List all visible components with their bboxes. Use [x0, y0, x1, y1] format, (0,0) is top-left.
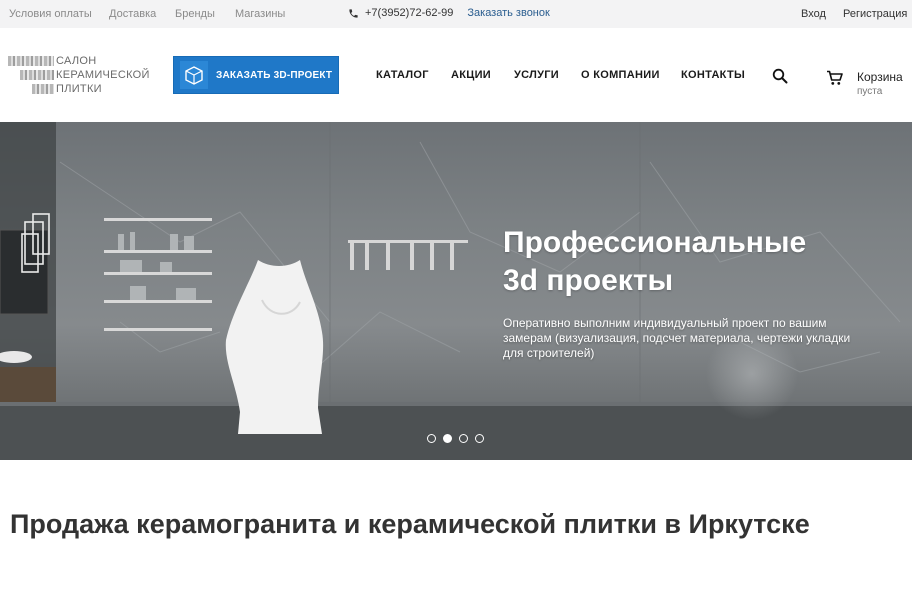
logo-tile-pattern — [8, 56, 54, 66]
cart-icon[interactable] — [826, 70, 843, 86]
phone-block: +7(3952)72-62-99 Заказать звонок — [348, 7, 550, 19]
site-header: САЛОН КЕРАМИЧЕСКОЙ ПЛИТКИ ЗАКАЗАТЬ 3D-ПР… — [0, 28, 912, 122]
logo-text-line1: САЛОН — [56, 55, 97, 67]
phone-number[interactable]: +7(3952)72-62-99 — [365, 7, 453, 19]
nav-about[interactable]: О КОМПАНИИ — [581, 69, 660, 81]
link-brands[interactable]: Бренды — [175, 8, 215, 20]
nav-catalog[interactable]: КАТАЛОГ — [376, 69, 429, 81]
nav-promotions[interactable]: АКЦИИ — [451, 69, 491, 81]
link-delivery[interactable]: Доставка — [109, 8, 156, 20]
slider-dot-1[interactable] — [427, 434, 436, 443]
cube-3d-icon — [180, 61, 208, 89]
link-payment-terms[interactable]: Условия оплаты — [9, 8, 92, 20]
order-3d-project-label: ЗАКАЗАТЬ 3D-ПРОЕКТ — [216, 69, 333, 81]
login-link[interactable]: Вход — [801, 8, 826, 20]
logo-tile-pattern — [20, 70, 54, 80]
slider-dot-2[interactable] — [443, 434, 452, 443]
slider-dots — [427, 434, 484, 443]
nav-contacts[interactable]: КОНТАКТЫ — [681, 69, 745, 81]
logo-text-line2: КЕРАМИЧЕСКОЙ — [56, 69, 150, 81]
hero-title-line1: Профессиональные — [503, 226, 807, 259]
cart-status: пуста — [857, 86, 883, 97]
cart-title[interactable]: Корзина — [857, 70, 903, 84]
callback-link[interactable]: Заказать звонок — [467, 7, 549, 19]
nav-services[interactable]: УСЛУГИ — [514, 69, 559, 81]
register-link[interactable]: Регистрация — [843, 8, 907, 20]
hero-title: Профессиональные 3d проекты — [503, 224, 806, 300]
hero-title-line2: 3d проекты — [503, 264, 674, 297]
order-3d-project-button[interactable]: ЗАКАЗАТЬ 3D-ПРОЕКТ — [173, 56, 339, 94]
phone-icon — [349, 8, 358, 18]
logo-text-line3: ПЛИТКИ — [56, 83, 102, 95]
logo-tile-pattern — [32, 84, 54, 94]
search-icon[interactable] — [772, 68, 788, 84]
hero-description: Оперативно выполним индивидуальный проек… — [503, 316, 851, 360]
hero-banner[interactable]: Профессиональные 3d проекты Оперативно в… — [0, 122, 912, 460]
page-title: Продажа керамогранита и керамической пли… — [10, 509, 810, 539]
link-stores[interactable]: Магазины — [235, 8, 285, 20]
slider-dot-3[interactable] — [459, 434, 468, 443]
site-logo[interactable]: САЛОН КЕРАМИЧЕСКОЙ ПЛИТКИ — [8, 54, 149, 104]
slider-dot-4[interactable] — [475, 434, 484, 443]
top-utility-bar: Условия оплаты Доставка Бренды Магазины … — [0, 0, 912, 28]
